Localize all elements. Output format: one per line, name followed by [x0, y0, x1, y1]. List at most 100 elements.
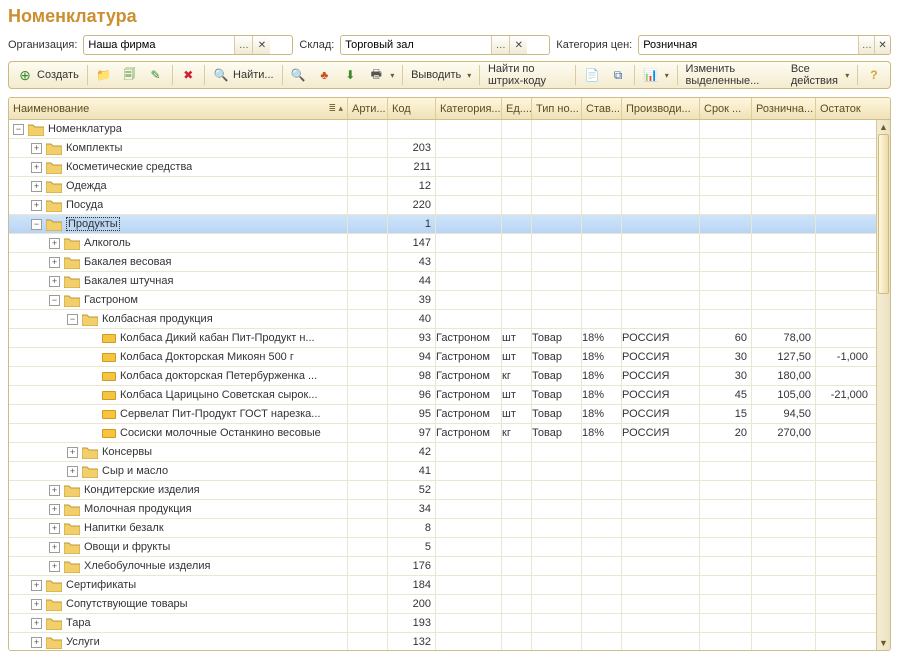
col-price-header[interactable]: Рознична... — [752, 98, 816, 119]
wh-select-button[interactable]: … — [491, 36, 509, 54]
expand-icon[interactable]: + — [49, 561, 60, 572]
expand-icon[interactable]: + — [49, 542, 60, 553]
wh-clear-button[interactable]: ✕ — [509, 36, 527, 54]
expand-icon[interactable]: + — [31, 599, 42, 610]
table-row[interactable]: +Напитки безалк8 — [9, 519, 890, 538]
find-button[interactable]: 🔍 Найти... — [209, 64, 278, 86]
col-rate-header[interactable]: Став... — [582, 98, 622, 119]
scroll-down-icon[interactable]: ▼ — [877, 636, 890, 650]
vertical-scrollbar[interactable]: ▲ ▼ — [876, 120, 890, 650]
table-row[interactable]: +Посуда220 — [9, 196, 890, 215]
collapse-icon[interactable]: − — [67, 314, 78, 325]
help-button[interactable]: ? — [862, 64, 886, 86]
table-row[interactable]: +Сыр и масло41 — [9, 462, 890, 481]
hierarchy-button[interactable]: ♣ — [312, 64, 336, 86]
cell-rem — [816, 291, 872, 309]
expand-icon[interactable]: + — [67, 466, 78, 477]
edit-button[interactable]: ✎ — [144, 64, 168, 86]
table-row[interactable]: +Косметические средства211 — [9, 158, 890, 177]
collapse-icon[interactable]: − — [31, 219, 42, 230]
col-art-header[interactable]: Арти... — [348, 98, 388, 119]
expand-icon[interactable]: + — [31, 200, 42, 211]
table-row[interactable]: Колбаса докторская Петербурженка ...98Га… — [9, 367, 890, 386]
table-row[interactable]: −Колбасная продукция40 — [9, 310, 890, 329]
expand-icon[interactable]: + — [31, 143, 42, 154]
scroll-track[interactable] — [877, 134, 890, 636]
scroll-up-icon[interactable]: ▲ — [877, 120, 890, 134]
table-row[interactable]: −Номенклатура — [9, 120, 890, 139]
cell-prod — [622, 538, 700, 556]
col-shelf-header[interactable]: Срок ... — [700, 98, 752, 119]
move-button[interactable]: ⬇ — [338, 64, 362, 86]
wh-input[interactable] — [341, 36, 491, 54]
find-barcode-button[interactable]: Найти по штрих-коду — [484, 64, 571, 86]
cell-shelf — [700, 177, 752, 195]
pc-select-button[interactable]: … — [858, 36, 874, 54]
expand-icon[interactable]: + — [67, 447, 78, 458]
table-row[interactable]: +Хлебобулочные изделия176 — [9, 557, 890, 576]
delete-button[interactable]: ✖ — [176, 64, 200, 86]
copy-button[interactable]: 🗐 — [118, 64, 142, 86]
pc-clear-button[interactable]: ✕ — [874, 36, 890, 54]
expand-icon[interactable]: + — [49, 276, 60, 287]
table-row[interactable]: +Сертификаты184 — [9, 576, 890, 595]
expand-icon[interactable]: + — [49, 523, 60, 534]
table-row[interactable]: +Бакалея штучная44 — [9, 272, 890, 291]
col-name-header[interactable]: Наименование≣ ▴ — [9, 98, 348, 119]
org-clear-button[interactable]: ✕ — [252, 36, 270, 54]
cell-rate — [582, 196, 622, 214]
table-row[interactable]: +Консервы42 — [9, 443, 890, 462]
cancel-search-button[interactable]: 🔍 — [286, 64, 310, 86]
table-row[interactable]: +Одежда12 — [9, 177, 890, 196]
table-row[interactable]: Сосиски молочные Останкино весовые97Гаст… — [9, 424, 890, 443]
expand-icon[interactable]: + — [31, 618, 42, 629]
table-row[interactable]: −Продукты1 — [9, 215, 890, 234]
collapse-icon[interactable]: − — [49, 295, 60, 306]
action2-button[interactable]: ⧉ — [606, 64, 630, 86]
scroll-thumb[interactable] — [878, 134, 889, 294]
table-row[interactable]: +Овощи и фрукты5 — [9, 538, 890, 557]
col-cat-header[interactable]: Категория... — [436, 98, 502, 119]
table-row[interactable]: +Молочная продукция34 — [9, 500, 890, 519]
table-row[interactable]: Колбаса Докторская Микоян 500 г94Гастрон… — [9, 348, 890, 367]
table-row[interactable]: +Тара193 — [9, 614, 890, 633]
table-row[interactable]: +Кондитерские изделия52 — [9, 481, 890, 500]
expand-icon[interactable]: + — [31, 162, 42, 173]
table-row[interactable]: +Алкоголь147 — [9, 234, 890, 253]
cell-shelf — [700, 595, 752, 613]
table-row[interactable]: Колбаса Царицыно Советская сырок...96Гас… — [9, 386, 890, 405]
expand-icon[interactable]: + — [49, 504, 60, 515]
all-actions-button[interactable]: Все действия ▾ — [787, 64, 853, 86]
expand-icon[interactable]: + — [31, 637, 42, 648]
table-row[interactable]: +Услуги132 — [9, 633, 890, 650]
org-input[interactable] — [84, 36, 234, 54]
col-code-header[interactable]: Код — [388, 98, 436, 119]
change-selected-button[interactable]: Изменить выделенные... — [682, 64, 783, 86]
name-cell: +Тара — [9, 614, 348, 632]
new-folder-button[interactable]: 📁 — [92, 64, 116, 86]
expand-icon[interactable]: + — [49, 257, 60, 268]
table-row[interactable]: +Сопутствующие товары200 — [9, 595, 890, 614]
table-row[interactable]: −Гастроном39 — [9, 291, 890, 310]
pc-input[interactable] — [639, 36, 858, 54]
table-row[interactable]: Сервелат Пит-Продукт ГОСТ нарезка...95Га… — [9, 405, 890, 424]
output-button[interactable]: Выводить ▾ — [407, 64, 475, 86]
report-button[interactable]: 📊▾ — [639, 64, 673, 86]
table-row[interactable]: +Комплекты203 — [9, 139, 890, 158]
expand-icon[interactable]: + — [31, 181, 42, 192]
expand-icon[interactable]: + — [31, 580, 42, 591]
expand-icon[interactable]: + — [49, 485, 60, 496]
collapse-icon[interactable]: − — [13, 124, 24, 135]
col-type-header[interactable]: Тип но... — [532, 98, 582, 119]
col-rem-header[interactable]: Остаток — [816, 98, 872, 119]
table-row[interactable]: +Бакалея весовая43 — [9, 253, 890, 272]
print-button[interactable]: 🖶▾ — [364, 64, 398, 86]
cell-unit — [502, 462, 532, 480]
expand-icon[interactable]: + — [49, 238, 60, 249]
action1-button[interactable]: 📄 — [580, 64, 604, 86]
create-button[interactable]: ⊕ Создать — [13, 64, 83, 86]
col-prod-header[interactable]: Производи... — [622, 98, 700, 119]
table-row[interactable]: Колбаса Дикий кабан Пит-Продукт н...93Га… — [9, 329, 890, 348]
col-unit-header[interactable]: Ед.... — [502, 98, 532, 119]
org-select-button[interactable]: … — [234, 36, 252, 54]
